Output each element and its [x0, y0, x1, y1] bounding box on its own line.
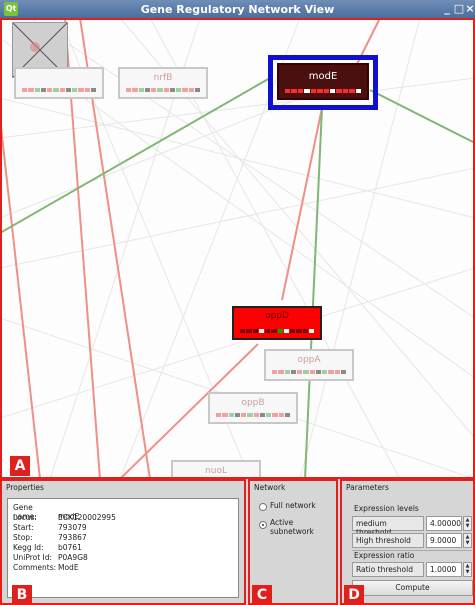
full-network-label: Full network — [270, 501, 316, 510]
property-row: Kegg Id: b0761 — [13, 543, 82, 552]
property-row: Start: 793079 — [13, 523, 87, 532]
property-row: Comments: ModE — [13, 563, 79, 572]
medium-threshold-label: medium threshold — [352, 516, 424, 537]
title-bar: Qt Gene Regulatory Network View _ □ × — [0, 0, 475, 18]
expression-levels-label: Expression levels — [354, 504, 419, 513]
high-threshold-spin-arrows[interactable]: ▲ ▼ — [463, 533, 472, 548]
ratio-threshold-label: Ratio threshold — [352, 562, 424, 577]
properties-panel: Properties Gene name: modE Locus: ECK12000… — [0, 479, 246, 605]
minimize-button[interactable]: _ — [441, 2, 453, 15]
medium-threshold-input[interactable]: 4.00000 — [426, 516, 462, 531]
annotation-label-c: C — [252, 585, 272, 605]
network-panel: Network Full network Active subnetwork C — [248, 479, 338, 605]
annotation-label-b: B — [12, 585, 32, 605]
parameters-panel: Parameters Expression levels medium thre… — [340, 479, 475, 605]
network-title: Network — [254, 483, 286, 492]
close-button[interactable]: × — [464, 2, 475, 15]
ratio-threshold-spin-arrows[interactable]: ▲ ▼ — [463, 562, 472, 577]
active-subnetwork-label: Active — [270, 518, 294, 527]
parameters-title: Parameters — [346, 483, 389, 492]
property-row: Stop: 793867 — [13, 533, 87, 542]
annotation-box-a — [0, 18, 475, 479]
annotation-label-a: A — [10, 456, 30, 476]
active-subnetwork-label-2: subnetwork — [270, 527, 314, 536]
window-title: Gene Regulatory Network View — [140, 3, 335, 16]
full-network-radio[interactable] — [259, 503, 267, 511]
ratio-threshold-input[interactable]: 1.0000 — [426, 562, 462, 577]
property-row: UniProt Id: P0A9G8 — [13, 553, 88, 562]
properties-title: Properties — [6, 483, 44, 492]
high-threshold-label: High threshold — [352, 533, 424, 548]
medium-threshold-spin-arrows[interactable]: ▲ ▼ — [463, 516, 472, 531]
properties-list: Gene name: modE Locus: ECK120002995 Start:… — [7, 498, 239, 598]
property-row: Locus: ECK120002995 — [13, 513, 116, 522]
expression-ratio-label: Expression ratio — [354, 551, 415, 560]
compute-button[interactable]: Compute — [352, 580, 473, 596]
active-subnetwork-radio[interactable] — [259, 521, 267, 529]
high-threshold-input[interactable]: 9.0000 — [426, 533, 462, 548]
annotation-label-d: D — [344, 585, 364, 605]
network-canvas[interactable]: nrfB modE oppD oppA oppB nuoL A — [0, 18, 475, 479]
